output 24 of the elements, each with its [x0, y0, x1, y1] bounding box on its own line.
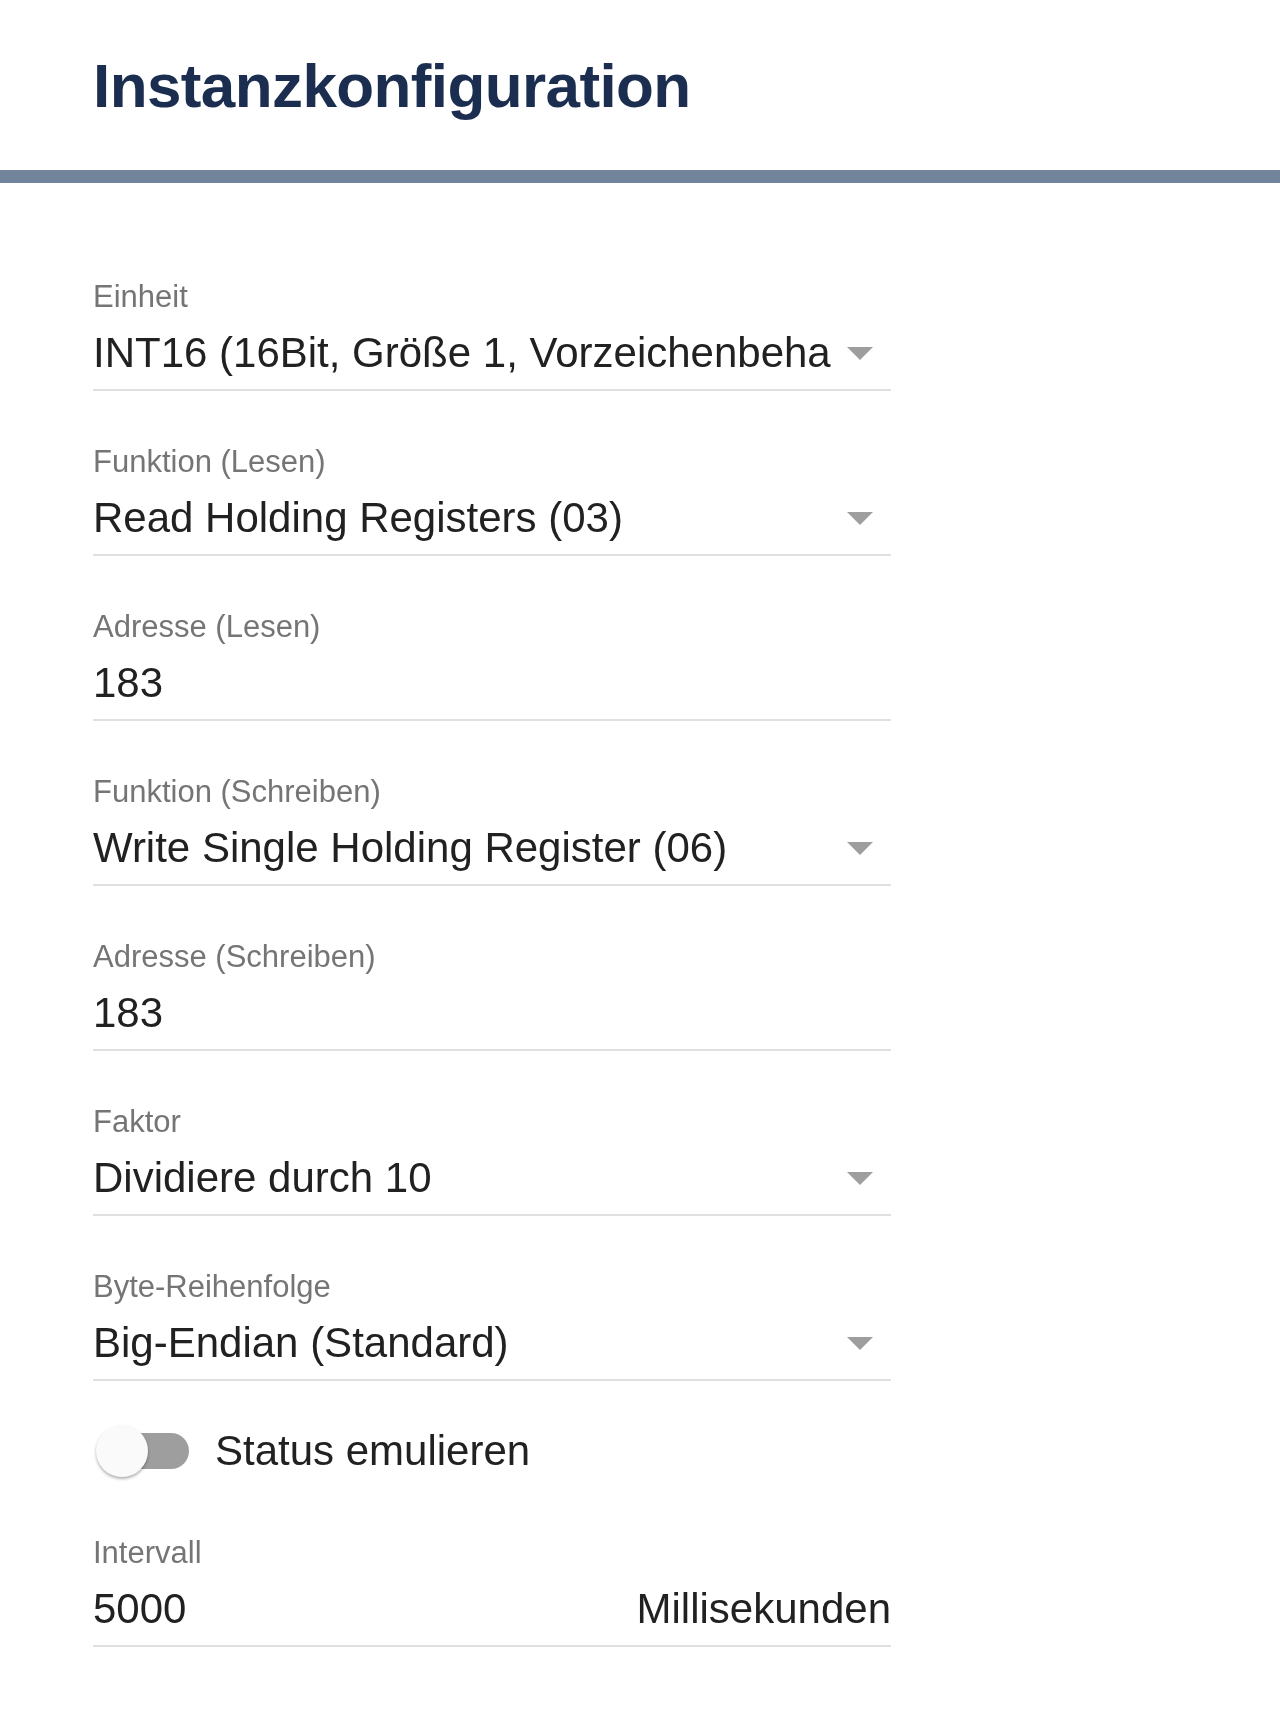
caret-icon — [847, 841, 873, 855]
field-label: Funktion (Schreiben) — [93, 774, 381, 810]
field-label: Intervall — [93, 1535, 202, 1571]
caret-icon — [847, 1171, 873, 1185]
caret-icon — [847, 511, 873, 525]
field-label: Byte-Reihenfolge — [93, 1269, 331, 1305]
caret-icon — [847, 346, 873, 360]
input-field[interactable]: 183 — [93, 988, 891, 1051]
dropdown-field[interactable]: Big-Endian (Standard) — [93, 1318, 891, 1381]
dropdown-field[interactable]: Read Holding Registers (03) — [93, 493, 891, 556]
page-title: Instanzkonfiguration — [93, 50, 691, 122]
caret-icon — [847, 1336, 873, 1350]
field-label: Einheit — [93, 279, 188, 315]
field-label: Adresse (Lesen) — [93, 609, 321, 645]
dropdown-field[interactable]: Dividiere durch 10 — [93, 1153, 891, 1216]
unit-label: Millisekunden — [636, 1584, 891, 1634]
switch-label: Status emulieren — [215, 1426, 531, 1476]
field-label: Funktion (Lesen) — [93, 444, 326, 480]
input-field[interactable]: 5000 Millisekunden — [93, 1584, 891, 1647]
input-field[interactable]: 183 — [93, 658, 891, 721]
field-label: Adresse (Schreiben) — [93, 939, 376, 975]
dropdown-field[interactable]: Write Single Holding Register (06) — [93, 823, 891, 886]
field-label: Faktor — [93, 1104, 181, 1140]
dropdown-field[interactable]: INT16 (16Bit, Größe 1, Vorzeichenbeha — [93, 328, 891, 391]
